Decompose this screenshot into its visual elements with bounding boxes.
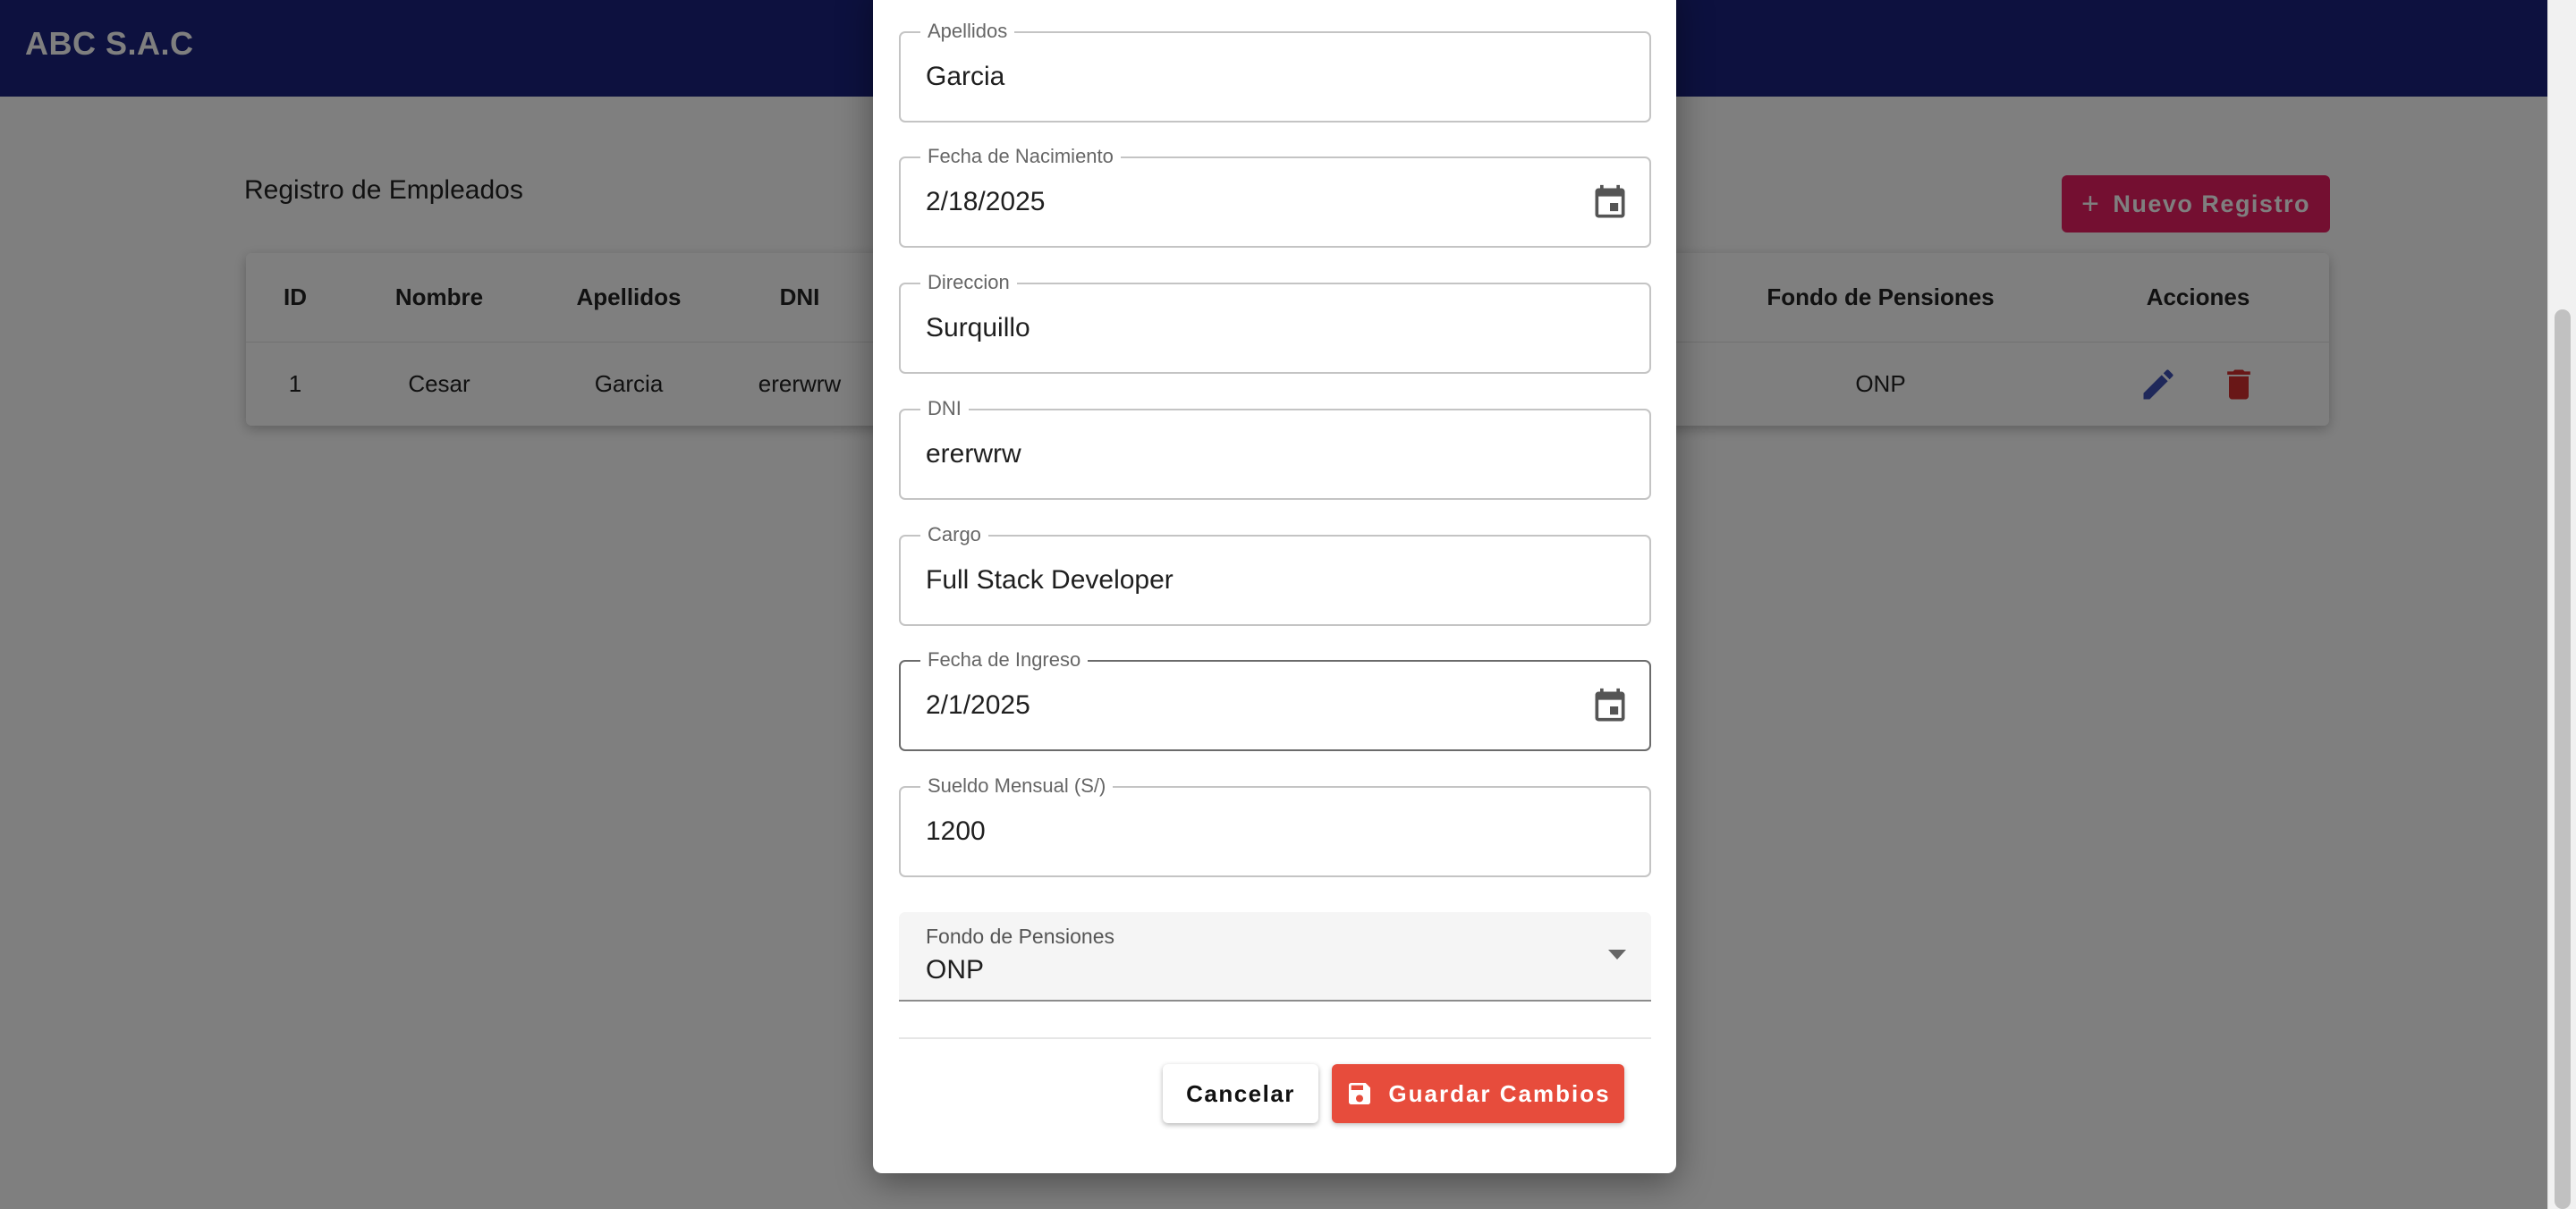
calendar-icon[interactable] [1590,183,1630,223]
fecha-ingreso-value[interactable]: 2/1/2025 [926,662,1030,749]
chevron-down-icon[interactable] [1608,950,1626,960]
calendar-icon[interactable] [1590,687,1630,726]
dni-value[interactable]: ererwrw [926,410,1021,498]
cargo-field[interactable]: Cargo Full Stack Developer [899,523,1651,626]
fecha-nacimiento-value[interactable]: 2/18/2025 [926,158,1045,246]
cargo-value[interactable]: Full Stack Developer [926,537,1174,624]
apellidos-value[interactable]: Garcia [926,33,1004,121]
save-changes-button[interactable]: Guardar Cambios [1332,1064,1624,1123]
save-changes-label: Guardar Cambios [1388,1079,1611,1107]
fondo-pensiones-select[interactable]: Fondo de Pensiones ONP [899,912,1651,1002]
cancel-button[interactable]: Cancelar [1163,1064,1318,1123]
apellidos-field[interactable]: Apellidos Garcia [899,20,1651,123]
dni-field[interactable]: DNI ererwrw [899,397,1651,500]
direccion-field[interactable]: Direccion Surquillo [899,271,1651,374]
fondo-pensiones-label: Fondo de Pensiones [926,925,1114,948]
fondo-pensiones-value: ONP [926,955,985,985]
dialog-divider [899,1037,1651,1039]
fecha-ingreso-field[interactable]: Fecha de Ingreso 2/1/2025 [899,648,1651,751]
fecha-nacimiento-field[interactable]: Fecha de Nacimiento 2/18/2025 [899,145,1651,248]
direccion-value[interactable]: Surquillo [926,284,1030,372]
save-icon [1349,1083,1371,1104]
sueldo-field[interactable]: Sueldo Mensual (S/) 1200 [899,774,1651,877]
sueldo-value[interactable]: 1200 [926,788,986,875]
page-scrollbar[interactable] [2547,0,2576,1209]
scrollbar-thumb[interactable] [2555,309,2571,1209]
